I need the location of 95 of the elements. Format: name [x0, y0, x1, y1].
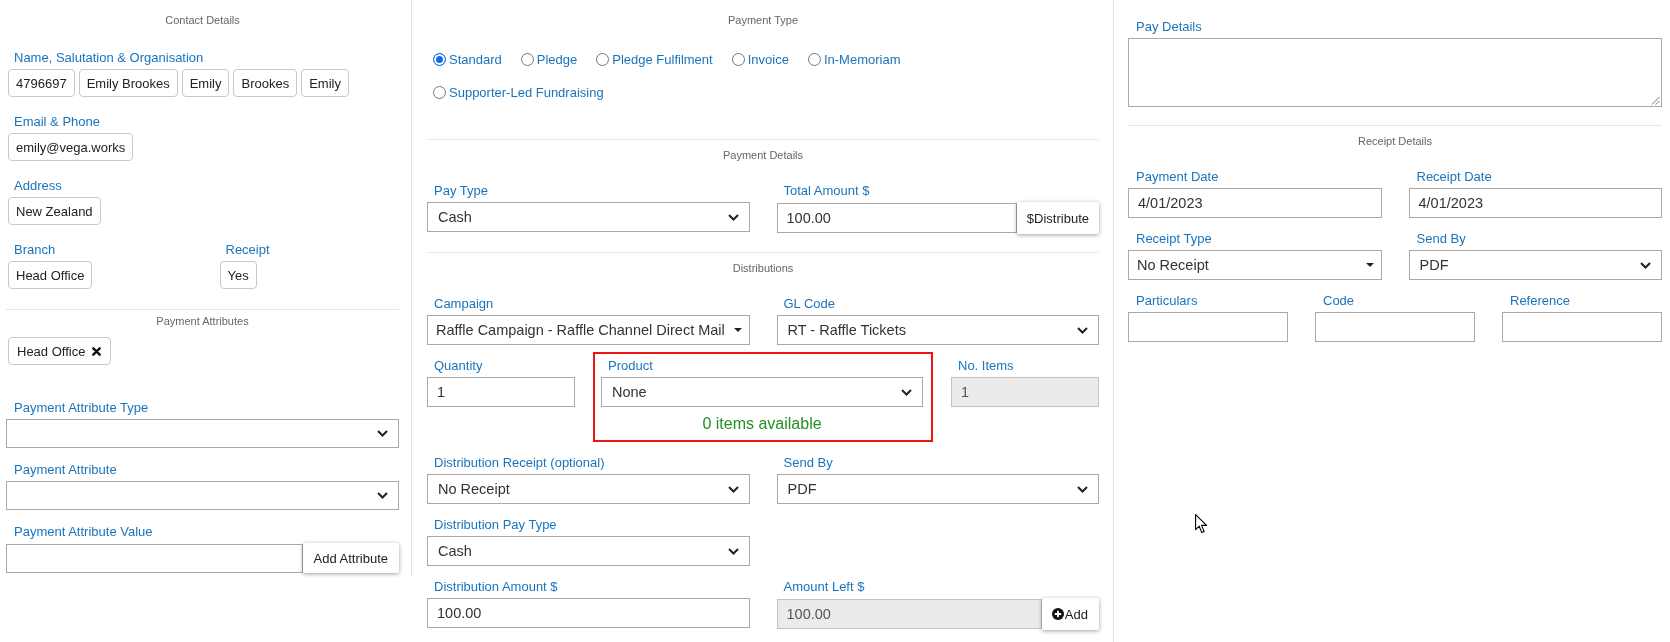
- value-chip: Head Office: [8, 261, 93, 289]
- value-chip: Brookes: [233, 69, 298, 97]
- section-title: Payment Attributes: [155, 314, 250, 329]
- field-label: No. Items: [957, 357, 1015, 375]
- select-field[interactable]: [6, 419, 399, 448]
- text-field[interactable]: 1: [427, 377, 575, 407]
- select-field[interactable]: [6, 481, 399, 510]
- select-field[interactable]: Cash: [427, 202, 750, 232]
- chevron-down-icon: [377, 492, 388, 499]
- field-label: Payment Date: [1135, 168, 1220, 186]
- text-field[interactable]: 4/01/2023: [1408, 188, 1662, 218]
- select-field[interactable]: PDF: [776, 474, 1099, 504]
- availability-note: 0 items available: [701, 414, 823, 434]
- field-label: Address: [13, 177, 63, 195]
- value-chip: Yes: [219, 261, 257, 289]
- close-icon[interactable]: [92, 346, 102, 356]
- select-field[interactable]: Raffle Campaign - Raffle Channel Direct Mail: [427, 315, 750, 345]
- mouse-pointer-icon: [1195, 514, 1208, 534]
- field-label: Distribution Pay Type: [433, 516, 558, 534]
- field-label: Payment Attribute Type: [13, 399, 150, 417]
- tag-label: Head Office: [17, 343, 86, 359]
- text-area[interactable]: [1128, 38, 1662, 107]
- radio-button[interactable]: [731, 52, 745, 66]
- text-field[interactable]: [1502, 312, 1662, 342]
- radio-button[interactable]: [596, 52, 610, 66]
- section-title: Contact Details: [164, 13, 241, 28]
- field-label: Code: [1322, 292, 1356, 310]
- field-label: Pay Type: [433, 182, 489, 200]
- field-label: Pay Details: [1135, 18, 1203, 36]
- section-title: Distributions: [731, 261, 795, 276]
- field-label: Amount Left $: [782, 578, 866, 596]
- field-label: Name, Salutation & Organisation: [13, 49, 205, 67]
- radio-label[interactable]: Invoice: [747, 51, 789, 67]
- radio-button[interactable]: [807, 52, 821, 66]
- chevron-down-icon: [727, 213, 739, 221]
- value-chip: New Zealand: [8, 197, 101, 225]
- text-field[interactable]: 100.00: [427, 598, 750, 628]
- chevron-down-icon: [727, 547, 739, 555]
- field-label: Distribution Receipt (optional): [433, 454, 606, 472]
- field-label: Payment Attribute Value: [13, 523, 154, 541]
- select-field[interactable]: No Receipt: [1128, 250, 1382, 280]
- field-label: Reference: [1509, 292, 1571, 310]
- radio-label[interactable]: In-Memoriam: [823, 51, 901, 67]
- chevron-down-icon: [1077, 485, 1088, 493]
- field-label: Email & Phone: [13, 113, 101, 131]
- field-label: Campaign: [433, 295, 495, 313]
- caret-down-icon: [733, 328, 742, 332]
- select-field[interactable]: PDF: [1408, 250, 1662, 280]
- radio-button[interactable]: [433, 52, 446, 66]
- field-label: GL Code: [782, 295, 837, 313]
- field-label: Send By: [1415, 230, 1467, 248]
- value-chip: Emily: [301, 69, 349, 97]
- field-label: Quantity: [433, 357, 484, 375]
- plus-circle-icon: [1051, 608, 1064, 620]
- select-field[interactable]: RT - Raffle Tickets: [776, 315, 1099, 345]
- section-title: Receipt Details: [1357, 134, 1433, 149]
- radio-label[interactable]: Pledge: [536, 51, 578, 67]
- field-label: Payment Attribute: [13, 461, 118, 479]
- caret-down-icon: [1365, 263, 1374, 267]
- text-field[interactable]: 100.00: [776, 203, 1017, 233]
- value-chip: Emily: [181, 69, 230, 97]
- select-field[interactable]: No Receipt: [427, 474, 750, 504]
- value-chip: emily@vega.works: [8, 133, 134, 161]
- select-field[interactable]: Cash: [427, 536, 750, 566]
- radio-label[interactable]: Pledge Fulfilment: [612, 51, 713, 67]
- field-label: Particulars: [1135, 292, 1199, 310]
- chevron-down-icon: [901, 388, 912, 396]
- radio-label[interactable]: Supporter-Led Fundraising: [449, 84, 604, 100]
- text-field[interactable]: [1315, 312, 1475, 342]
- radio-label[interactable]: Standard: [449, 51, 502, 67]
- resize-grip-icon: [1651, 96, 1660, 105]
- field-label: Product: [607, 357, 654, 375]
- select-field[interactable]: None: [601, 377, 923, 407]
- field-label: Send By: [782, 454, 834, 472]
- value-chip: Emily Brookes: [78, 69, 178, 97]
- field-label: Receipt: [224, 241, 271, 259]
- chevron-down-icon: [377, 430, 388, 437]
- section-title: Payment Type: [726, 13, 800, 28]
- action-button[interactable]: Add Attribute: [302, 543, 399, 573]
- field-label: Branch: [13, 241, 57, 259]
- radio-button[interactable]: [520, 52, 534, 66]
- radio-button[interactable]: [433, 85, 446, 99]
- value-chip: 4796697: [8, 69, 75, 97]
- chevron-down-icon: [1640, 261, 1651, 269]
- text-field[interactable]: [6, 543, 303, 573]
- text-field[interactable]: 4/01/2023: [1128, 188, 1382, 218]
- action-button[interactable]: $Distribute: [1016, 202, 1099, 234]
- section-title: Payment Details: [721, 148, 805, 163]
- field-label: Total Amount $: [782, 182, 871, 200]
- field-label: Distribution Amount $: [433, 578, 559, 596]
- text-field[interactable]: [1128, 312, 1288, 342]
- field-label: Receipt Type: [1135, 230, 1213, 248]
- chevron-down-icon: [1077, 326, 1088, 334]
- chevron-down-icon: [727, 485, 739, 493]
- field-label: Receipt Date: [1415, 168, 1493, 186]
